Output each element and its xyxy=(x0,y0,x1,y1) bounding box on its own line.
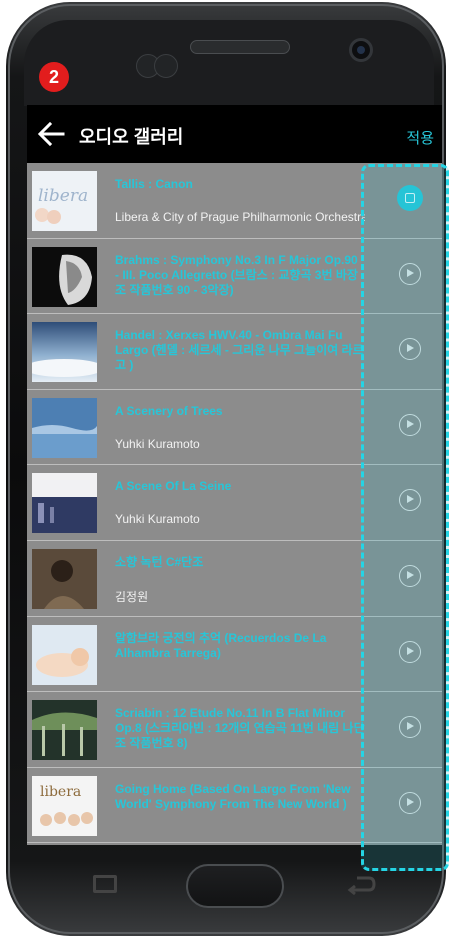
page-title: 오디오 갤러리 xyxy=(79,127,184,147)
track-title: Tallis : Canon xyxy=(115,177,193,191)
track-title: A Scene Of La Seine xyxy=(115,479,232,494)
track-title: 소향 녹턴 C#단조 xyxy=(115,554,204,569)
album-thumbnail xyxy=(32,473,97,534)
svg-text:libera: libera xyxy=(40,784,81,800)
step-badge: 2 xyxy=(39,62,69,92)
album-thumbnail xyxy=(32,700,97,761)
track-title: Going Home (Based On Largo From 'New Wor… xyxy=(115,781,351,811)
play-controls-highlight xyxy=(361,164,449,871)
album-thumbnail xyxy=(32,322,97,383)
top-bezel xyxy=(24,20,434,106)
app-bar: 오디오 갤러리 적용 xyxy=(27,105,442,163)
track-title: 알함브라 궁전의 추억 (Recuerdos De La Alhambra Ta… xyxy=(115,630,327,660)
album-thumbnail xyxy=(32,624,97,685)
track-title: Handel : Xerxes HWV.40 - Ombra Mai Fu La… xyxy=(115,328,364,373)
album-thumbnail: libera xyxy=(32,775,97,836)
album-thumbnail xyxy=(32,548,97,609)
sensor-dot xyxy=(154,54,178,78)
track-artist: Libera & City of Prague Philharmonic Orc… xyxy=(115,210,365,224)
front-camera xyxy=(349,38,373,62)
back-arrow-icon[interactable] xyxy=(37,121,65,147)
home-button[interactable] xyxy=(186,864,284,908)
track-artist: Yuhki Kuramoto xyxy=(115,512,200,527)
back-nav-icon[interactable] xyxy=(345,872,377,898)
recent-apps-icon[interactable] xyxy=(93,875,117,893)
earpiece-speaker xyxy=(190,40,290,54)
track-artist: Yuhki Kuramoto xyxy=(115,436,200,451)
track-artist: 김정원 xyxy=(115,589,149,604)
track-title: A Scenery of Trees xyxy=(115,403,223,418)
album-thumbnail xyxy=(32,246,97,307)
track-title: Brahms : Symphony No.3 In F Major Op.90 … xyxy=(115,252,358,297)
album-thumbnail xyxy=(32,397,97,458)
album-thumbnail: libera xyxy=(32,171,97,231)
svg-text:libera: libera xyxy=(38,186,88,206)
track-title: Scriabin : 12 Etude No.11 In B Flat Mino… xyxy=(115,706,365,751)
apply-button[interactable]: 적용 xyxy=(406,127,434,148)
